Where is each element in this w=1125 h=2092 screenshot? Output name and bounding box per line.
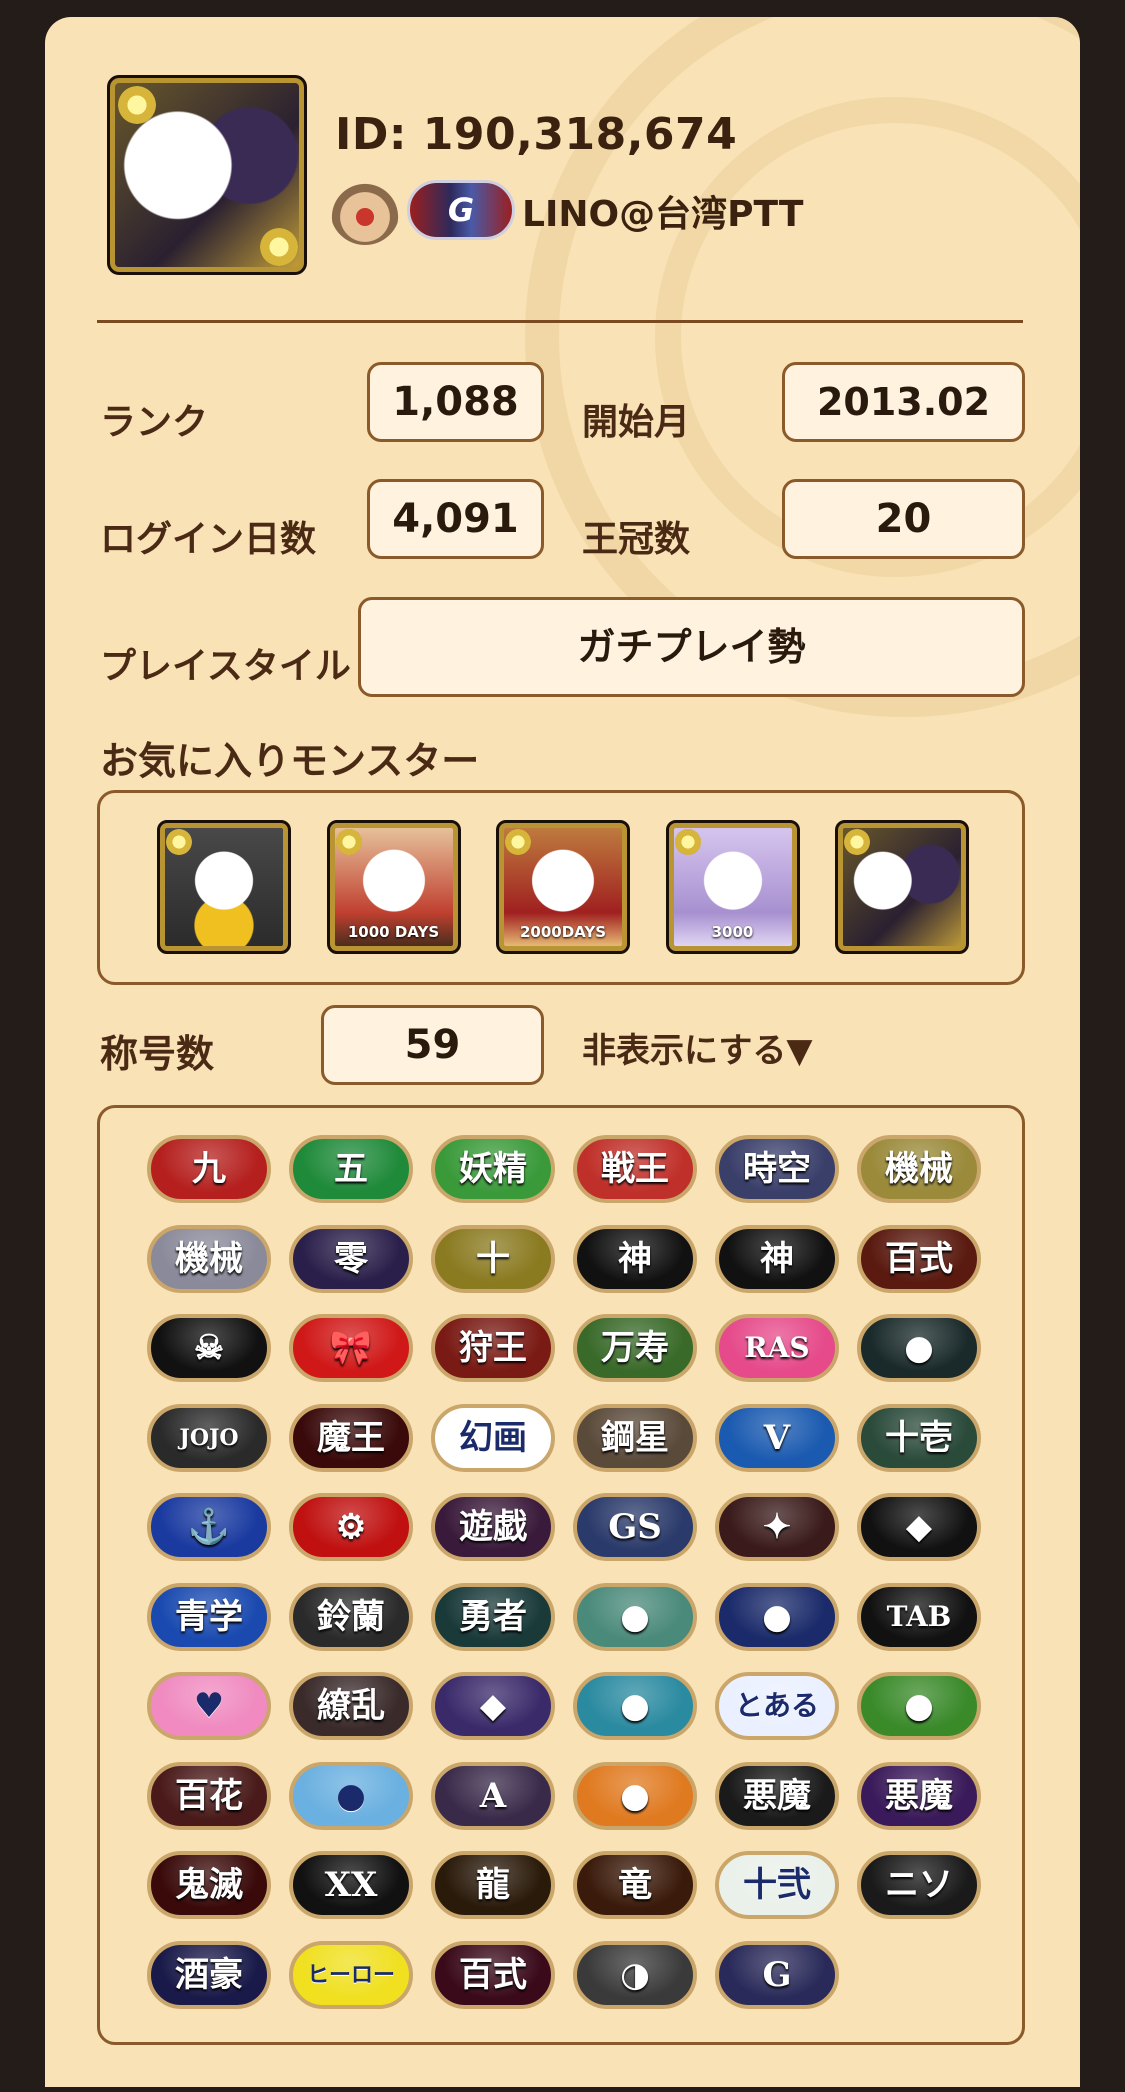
title-badge[interactable]: 繚乱: [289, 1672, 413, 1740]
title-badge[interactable]: 零: [289, 1224, 413, 1293]
favorite-monster-4[interactable]: 3000: [665, 820, 800, 954]
title-badge[interactable]: A: [431, 1761, 555, 1830]
favorite-monster-caption: 3000: [711, 923, 754, 941]
title-badge[interactable]: ◑: [573, 1940, 697, 2009]
attribute-light-icon: [166, 829, 192, 855]
title-badge[interactable]: ◆: [431, 1672, 555, 1740]
attribute-light-icon: [844, 829, 870, 855]
title-badge[interactable]: ●: [573, 1672, 697, 1740]
hide-titles-toggle[interactable]: 非表示にする▼: [582, 1023, 813, 1072]
title-badge[interactable]: V: [715, 1403, 839, 1472]
favorite-monster-3[interactable]: 2000DAYS: [496, 820, 630, 954]
title-badge[interactable]: ◆: [857, 1493, 981, 1561]
attribute-light-icon: [674, 829, 701, 855]
title-badge[interactable]: 悪魔: [857, 1761, 981, 1830]
title-badge[interactable]: 十弐: [715, 1851, 839, 1919]
title-badge[interactable]: TAB: [857, 1582, 981, 1651]
favorite-monsters-label: お気に入りモンスター: [100, 739, 480, 783]
playstyle-label: プレイスタイル: [100, 646, 351, 687]
attribute-light-icon: [505, 829, 531, 855]
title-badge[interactable]: 神: [573, 1224, 697, 1293]
title-badge[interactable]: 妖精: [431, 1135, 555, 1203]
title-badge[interactable]: 百式: [431, 1940, 555, 2009]
title-badge[interactable]: ●: [573, 1761, 697, 1830]
title-badge[interactable]: 万寿: [573, 1314, 697, 1382]
crown-count-value: 20: [782, 479, 1025, 559]
title-badge[interactable]: ニソ: [857, 1851, 981, 1919]
title-badge[interactable]: ヒーロー: [289, 1940, 413, 2009]
title-badge[interactable]: G: [715, 1940, 839, 2009]
title-badge[interactable]: 酒豪: [147, 1940, 271, 2009]
attribute-light-icon: [335, 829, 362, 855]
title-badge[interactable]: 十壱: [857, 1403, 981, 1472]
start-month-label: 開始月: [582, 402, 691, 443]
rank-value: 1,088: [367, 362, 544, 442]
title-badge[interactable]: 魔王: [289, 1403, 413, 1472]
favorite-monster-caption: 2000DAYS: [519, 923, 607, 941]
title-badge[interactable]: ✦: [715, 1493, 839, 1561]
title-badge[interactable]: 機械: [857, 1135, 981, 1203]
crown-count-label: 王冠数: [582, 519, 691, 560]
title-badge[interactable]: 時空: [715, 1135, 839, 1203]
title-badge[interactable]: ●: [289, 1761, 413, 1830]
title-badge[interactable]: 百式: [857, 1224, 981, 1293]
favorite-monster-1[interactable]: [157, 820, 291, 954]
title-badge[interactable]: 神: [715, 1224, 839, 1293]
title-badge[interactable]: ♥: [147, 1672, 271, 1740]
title-badge[interactable]: 幻画: [431, 1403, 555, 1472]
subattribute-light-icon: [260, 228, 298, 266]
title-badge[interactable]: ⚙: [289, 1493, 413, 1561]
title-badge[interactable]: ●: [857, 1314, 981, 1382]
title-badge[interactable]: 機械: [147, 1224, 271, 1293]
title-badge[interactable]: 鋼星: [573, 1403, 697, 1472]
title-badge[interactable]: ●: [715, 1582, 839, 1651]
title-badge-g-icon: G: [407, 180, 515, 240]
title-badge[interactable]: XX: [289, 1851, 413, 1919]
title-badge[interactable]: ●: [857, 1672, 981, 1740]
title-badge[interactable]: 龍: [431, 1851, 555, 1919]
playstyle-value: ガチプレイ勢: [358, 597, 1025, 697]
title-badge[interactable]: とある: [715, 1672, 839, 1740]
title-badge[interactable]: 狩王: [431, 1314, 555, 1382]
login-days-label: ログイン日数: [100, 519, 317, 560]
title-badge[interactable]: 勇者: [431, 1582, 555, 1651]
title-badge[interactable]: 戦王: [573, 1135, 697, 1203]
title-badge[interactable]: 十: [431, 1224, 555, 1293]
title-badge[interactable]: 九: [147, 1135, 271, 1203]
title-badge[interactable]: 青学: [147, 1582, 271, 1651]
titles-count-label: 称号数: [100, 1032, 215, 1076]
title-badge[interactable]: 五: [289, 1135, 413, 1203]
favorite-monster-2[interactable]: 1000 DAYS: [326, 820, 461, 954]
titles-count-value: 59: [321, 1005, 544, 1085]
title-badge[interactable]: 百花: [147, 1761, 271, 1830]
favorite-monster-5[interactable]: [835, 820, 969, 954]
leader-monster-avatar[interactable]: [107, 75, 307, 275]
favorite-monster-caption: 1000 DAYS: [347, 923, 440, 941]
title-badge[interactable]: 🎀: [289, 1314, 413, 1382]
rank-label: ランク: [100, 402, 209, 443]
title-badge[interactable]: GS: [573, 1493, 697, 1561]
title-badge[interactable]: RAS: [715, 1314, 839, 1382]
title-badge[interactable]: ⚓: [147, 1493, 271, 1561]
profile-card: ID: 190,318,674 G LINO@台湾PTT ランク 1,088 開…: [45, 17, 1080, 2087]
divider: [97, 320, 1023, 323]
title-badge[interactable]: ☠: [147, 1314, 271, 1382]
title-badge[interactable]: 悪魔: [715, 1761, 839, 1830]
title-badge[interactable]: 鬼滅: [147, 1851, 271, 1919]
login-days-value: 4,091: [367, 479, 544, 559]
title-badge[interactable]: 遊戯: [431, 1493, 555, 1561]
start-month-value: 2013.02: [782, 362, 1025, 442]
attribute-light-icon: [118, 86, 156, 124]
title-badge[interactable]: JOJO: [147, 1403, 271, 1472]
title-badge[interactable]: ●: [573, 1582, 697, 1651]
crown-emblem-icon: [330, 175, 400, 245]
title-badge[interactable]: 鈴蘭: [289, 1582, 413, 1651]
title-badge[interactable]: 竜: [573, 1851, 697, 1919]
player-id: ID: 190,318,674: [335, 109, 738, 160]
player-name: LINO@台湾PTT: [522, 194, 804, 235]
